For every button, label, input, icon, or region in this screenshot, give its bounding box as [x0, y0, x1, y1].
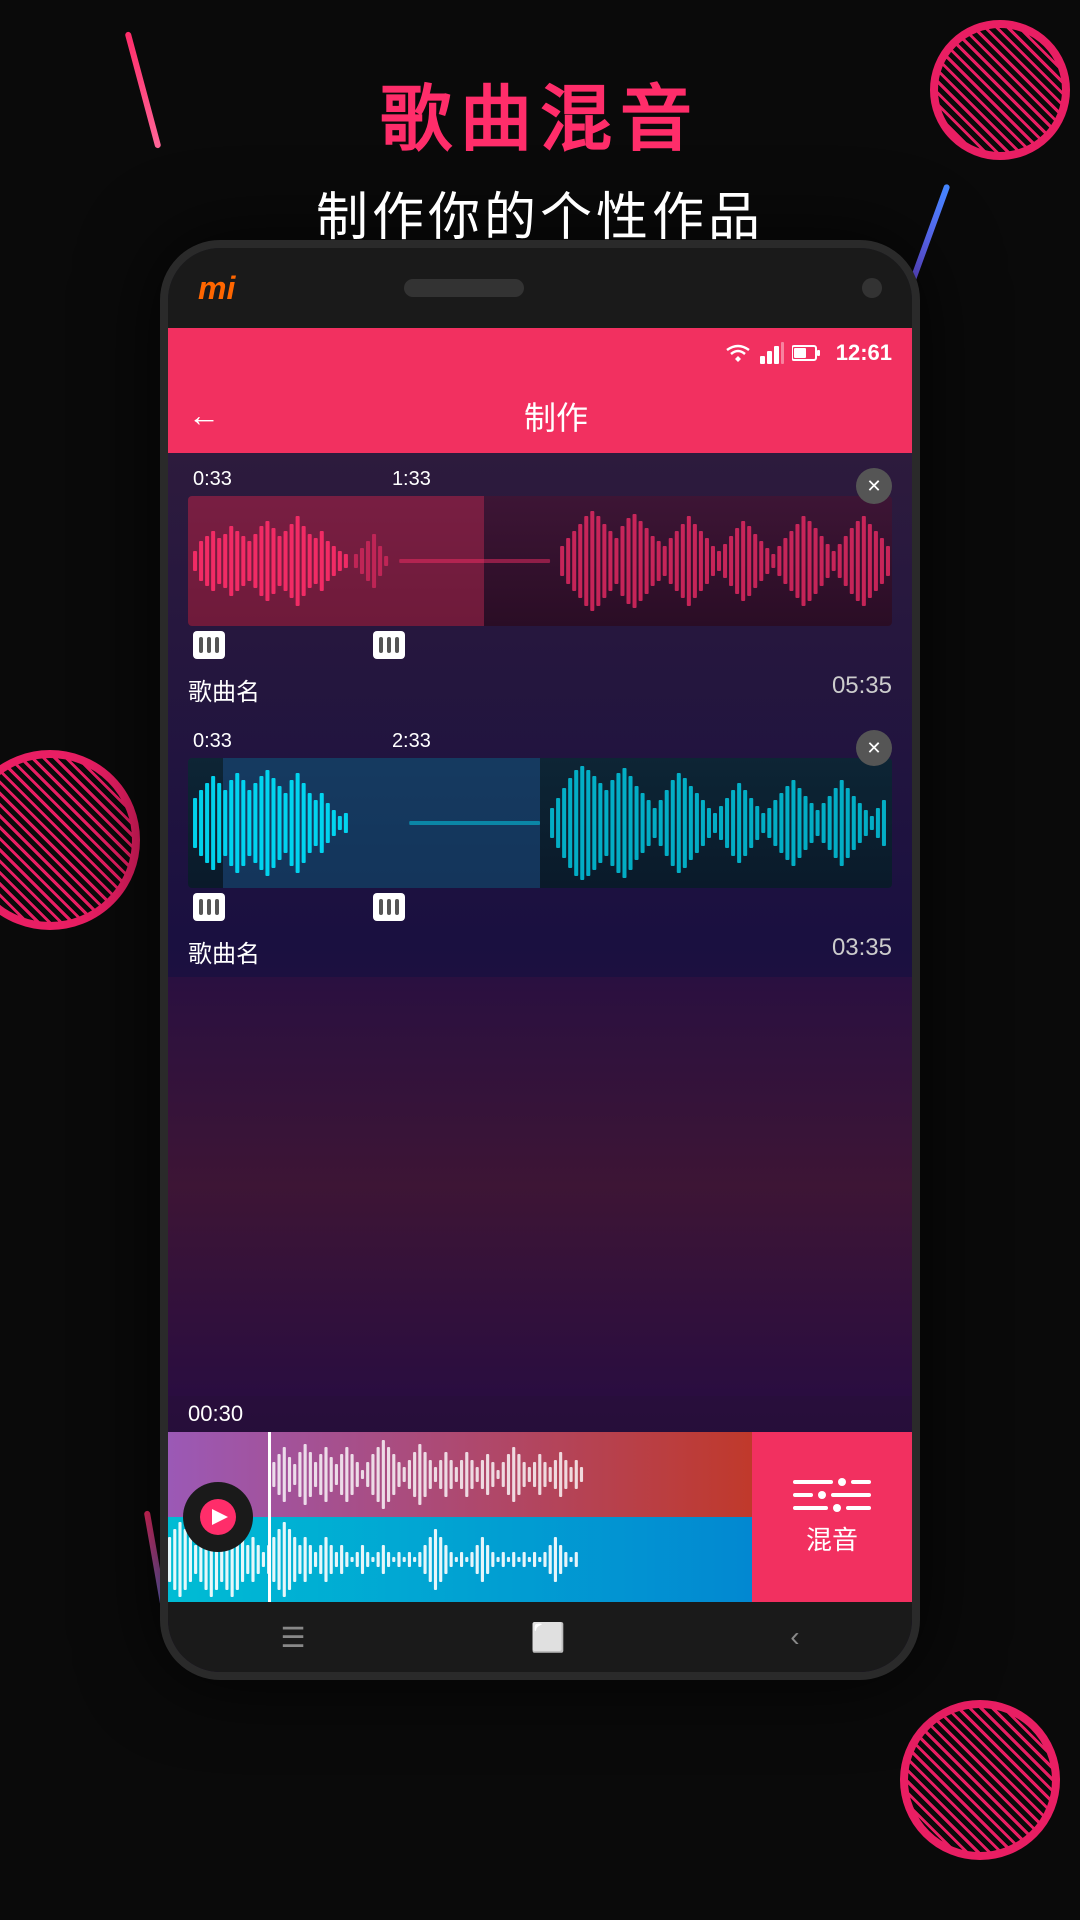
play-triangle-icon — [212, 1509, 228, 1525]
app-header: ← 制作 — [168, 378, 912, 453]
play-button[interactable] — [183, 1482, 253, 1552]
mi-logo: mi — [198, 270, 235, 307]
battery-icon — [792, 344, 820, 362]
mix-bar-3 — [793, 1493, 813, 1497]
track2-close-button[interactable]: ✕ — [856, 730, 892, 766]
mix-bar-5 — [793, 1506, 828, 1510]
signal-icon — [760, 342, 784, 364]
deco-circle-bottom-right — [900, 1700, 1060, 1860]
track1-duration: 05:35 — [832, 672, 892, 707]
track1-container: ✕ 0:33 1:33 — [168, 453, 912, 664]
track1-start-time: 0:33 — [193, 468, 232, 491]
track1-waveform[interactable] — [188, 496, 892, 626]
nav-menu-icon[interactable]: ☰ — [280, 1621, 305, 1654]
track2-duration: 03:35 — [832, 934, 892, 969]
track2-start-time: 0:33 — [193, 730, 232, 753]
header-title: 制作 — [220, 393, 892, 439]
deco-circle-left — [0, 750, 140, 930]
mix-bar-1 — [793, 1480, 833, 1484]
track2-timestamps: 0:33 2:33 — [188, 730, 892, 753]
track2-name: 歌曲名 — [188, 934, 260, 969]
mix-icon — [793, 1478, 871, 1512]
nav-home-icon[interactable]: ⬜ — [530, 1621, 565, 1654]
track1-end-time: 1:33 — [392, 468, 431, 491]
play-icon — [200, 1499, 236, 1535]
mix-dot-1 — [838, 1478, 846, 1486]
phone-frame: mi — [160, 240, 920, 1680]
mix-label: 混音 — [806, 1520, 858, 1557]
app-title-sub: 制作你的个性作品 — [0, 175, 1080, 250]
preview-cyan-track — [168, 1517, 752, 1602]
nav-back-icon[interactable]: ‹ — [790, 1621, 799, 1653]
track2-waveform-svg — [188, 758, 892, 888]
preview-cyan-waveform — [168, 1517, 752, 1602]
middle-area — [168, 977, 912, 1396]
phone-nav-bar: ☰ ⬜ ‹ — [168, 1602, 912, 1672]
phone-screen: mi — [168, 248, 912, 1672]
time-indicator: 00:30 — [168, 1396, 912, 1432]
preview-waveform-area[interactable] — [168, 1432, 752, 1602]
track1-right-handle[interactable] — [373, 631, 405, 659]
preview-time: 00:30 — [188, 1401, 243, 1426]
mix-icon-line-1 — [793, 1478, 871, 1486]
mix-icon-line-2 — [793, 1491, 871, 1499]
mix-bar-4 — [831, 1493, 871, 1497]
track2-end-time: 2:33 — [392, 730, 431, 753]
status-time: 12:61 — [836, 340, 892, 366]
track1-timestamps: 0:33 1:33 — [188, 468, 892, 491]
track2-container: ✕ 0:33 2:33 — [168, 715, 912, 926]
mix-bar-6 — [846, 1506, 871, 1510]
track1-name: 歌曲名 — [188, 672, 260, 707]
wifi-icon — [724, 342, 752, 364]
track2-drag-handles — [188, 893, 892, 921]
track2-right-handle[interactable] — [373, 893, 405, 921]
mix-bar-2 — [851, 1480, 871, 1484]
phone-speaker — [404, 279, 524, 297]
track2-info: 歌曲名 03:35 — [168, 926, 912, 977]
app-title-main: 歌曲混音 — [0, 60, 1080, 165]
title-area: 歌曲混音 制作你的个性作品 — [0, 60, 1080, 250]
phone-top-bar: mi — [168, 248, 912, 328]
preview-pink-waveform — [168, 1432, 752, 1517]
main-content: ✕ 0:33 1:33 — [168, 453, 912, 1672]
preview-pink-track — [168, 1432, 752, 1517]
track2-waveform[interactable] — [188, 758, 892, 888]
track1-close-button[interactable]: ✕ — [856, 468, 892, 504]
track1-drag-handles — [188, 631, 892, 659]
track1-waveform-svg — [188, 496, 892, 626]
phone-camera — [862, 278, 882, 298]
track1-info: 歌曲名 05:35 — [168, 664, 912, 715]
bottom-preview: 混音 — [168, 1432, 912, 1602]
back-button[interactable]: ← — [188, 397, 220, 434]
mix-button[interactable]: 混音 — [752, 1432, 912, 1602]
track2-left-handle[interactable] — [193, 893, 225, 921]
status-bar: 12:61 — [168, 328, 912, 378]
mix-dot-3 — [833, 1504, 841, 1512]
mix-dot-2 — [818, 1491, 826, 1499]
mix-icon-line-3 — [793, 1504, 871, 1512]
track1-left-handle[interactable] — [193, 631, 225, 659]
status-icons: 12:61 — [724, 340, 892, 366]
preview-time-line — [268, 1432, 271, 1602]
